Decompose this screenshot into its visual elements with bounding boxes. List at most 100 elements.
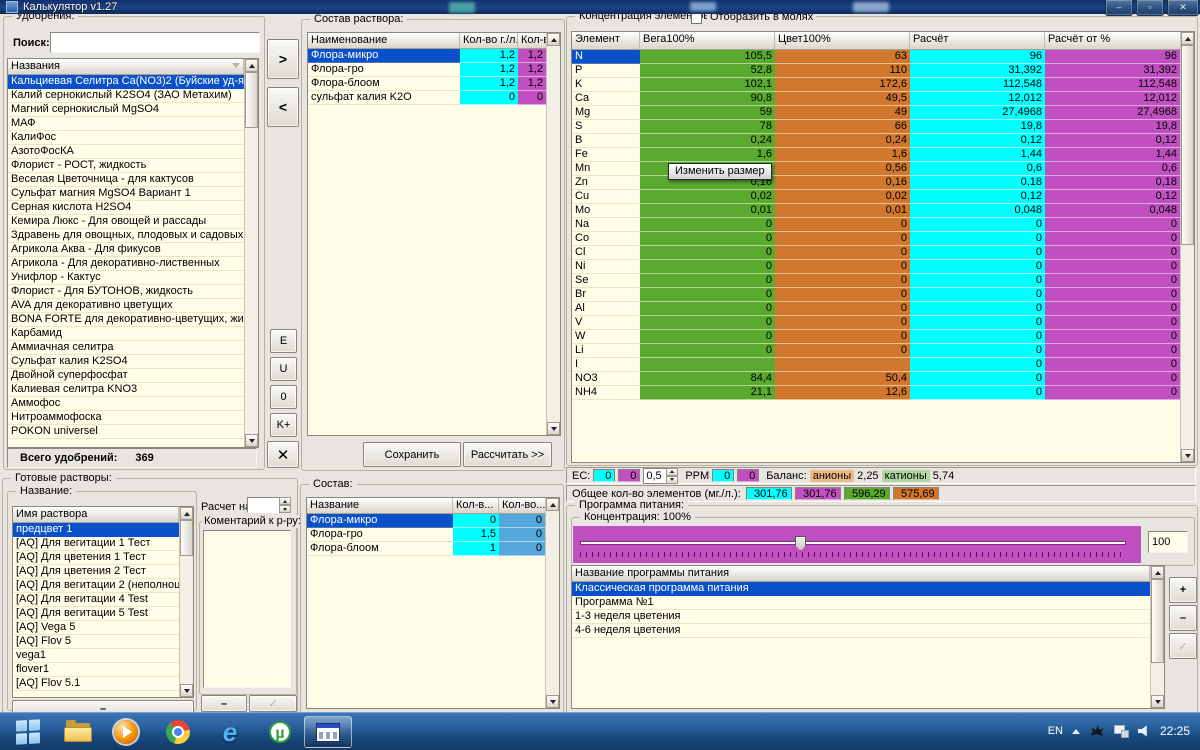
concentration-row[interactable]: V0000 <box>572 316 1180 330</box>
scroll-thumb[interactable] <box>1181 45 1194 245</box>
solution-col-name[interactable]: Наименование <box>308 33 460 49</box>
concentration-row[interactable]: Na0000 <box>572 218 1180 232</box>
ready-solution-item[interactable]: предцвет 1 <box>13 523 179 537</box>
fertilizer-item[interactable]: Калиевая селитра KNO3 <box>8 383 244 397</box>
taskbar-media-player-button[interactable] <box>104 716 148 748</box>
e-button[interactable]: E <box>270 329 297 353</box>
search-input[interactable] <box>50 32 260 53</box>
concentration-scrollbar[interactable] <box>1180 32 1194 462</box>
fertilizer-item[interactable]: Нитроаммофоска <box>8 411 244 425</box>
composition-row[interactable]: Флора-гро1,50 <box>307 528 545 542</box>
scroll-up-button[interactable] <box>1151 566 1164 579</box>
taskbar-utorrent-button[interactable] <box>258 716 302 748</box>
composition-col-q1[interactable]: Кол-в... <box>453 498 499 514</box>
ready-solution-item[interactable]: [AQ] Для вегитации 2 (неполноценный) <box>13 579 179 593</box>
solution-scrollbar[interactable] <box>546 33 560 435</box>
add-program-button[interactable]: + <box>1169 577 1197 603</box>
concentration-row[interactable]: Cl0000 <box>572 246 1180 260</box>
fertilizer-item[interactable]: Унифлор - Кактус <box>8 271 244 285</box>
slider-track[interactable] <box>580 541 1126 545</box>
antivirus-icon[interactable] <box>1089 724 1105 738</box>
concentration-row[interactable]: Ca90,849,512,01212,012 <box>572 92 1180 106</box>
ec-spinner[interactable]: 0,5 <box>643 468 678 484</box>
spinner-up-button[interactable] <box>666 468 678 476</box>
concentration-row[interactable]: K102,1172,6112,548112,548 <box>572 78 1180 92</box>
start-button[interactable] <box>6 716 50 748</box>
ready-solution-item[interactable]: [AQ] Flov 5.1 <box>13 677 179 691</box>
solution-row[interactable]: Флора-блоом1,21,2 <box>308 77 546 91</box>
scroll-up-button[interactable] <box>546 498 559 511</box>
composition-scrollbar[interactable] <box>545 498 559 708</box>
k-plus-button[interactable]: K+ <box>270 413 297 437</box>
taskbar-calculator-app-button[interactable] <box>304 716 352 748</box>
ready-solution-item[interactable]: [AQ] Для вегитации 4 Test <box>13 593 179 607</box>
conc-col-calc[interactable]: Расчёт <box>910 32 1045 50</box>
scroll-up-button[interactable] <box>245 59 258 72</box>
concentration-row[interactable]: W0000 <box>572 330 1180 344</box>
hidden-icons-arrow-icon[interactable] <box>1072 729 1080 734</box>
composition-row[interactable]: Флора-блоом10 <box>307 542 545 556</box>
concentration-row[interactable]: Zn0,160,160,180,18 <box>572 176 1180 190</box>
concentration-row[interactable]: Br0000 <box>572 288 1180 302</box>
ready-list-header[interactable]: Имя раствора <box>13 507 179 523</box>
solution-col-qty2[interactable]: Кол-в... <box>518 33 546 49</box>
fertilizer-item[interactable]: Кальциевая Селитра Ca(NO3)2 (Буйские уд-… <box>8 75 244 89</box>
add-to-solution-button[interactable]: > <box>267 39 299 79</box>
language-indicator[interactable]: EN <box>1048 725 1063 737</box>
program-item[interactable]: 1-3 неделя цветения <box>572 610 1150 624</box>
u-button[interactable]: U <box>270 357 297 381</box>
concentration-row[interactable]: Se0000 <box>572 274 1180 288</box>
composition-col-q2[interactable]: Кол-во... <box>499 498 545 514</box>
slider-thumb[interactable] <box>795 536 806 551</box>
ready-solution-item[interactable]: [AQ] Для вегитации 1 Тест <box>13 537 179 551</box>
moles-checkbox[interactable] <box>691 13 702 24</box>
remove-from-solution-button[interactable]: < <box>267 87 299 127</box>
fertilizer-item[interactable]: Агрикола - Для декоративно-лиственных <box>8 257 244 271</box>
conc-col-cvet[interactable]: Цвет100% <box>775 32 910 50</box>
concentration-row[interactable]: Co0000 <box>572 232 1180 246</box>
ready-scrollbar[interactable] <box>179 507 193 697</box>
fertilizer-item[interactable]: POKON universel <box>8 425 244 439</box>
fertilizer-scrollbar[interactable] <box>244 59 258 447</box>
conc-col-element[interactable]: Элемент <box>572 32 640 50</box>
concentration-row[interactable]: Ni0000 <box>572 260 1180 274</box>
delete-comment-button[interactable]: – <box>201 695 247 712</box>
apply-program-button[interactable]: ✓ <box>1169 633 1197 659</box>
maximize-button[interactable]: ▫ <box>1136 0 1164 16</box>
program-scrollbar[interactable] <box>1150 566 1164 708</box>
scroll-up-button[interactable] <box>547 33 560 46</box>
spinner-down-button[interactable] <box>666 476 678 484</box>
o-button[interactable]: 0 <box>270 385 297 409</box>
program-item[interactable]: Программа №1 <box>572 596 1150 610</box>
solution-row[interactable]: Флора-микро1,21,2 <box>308 49 546 63</box>
concentration-value-input[interactable]: 100 <box>1148 531 1188 553</box>
concentration-row[interactable]: P52,811031,39231,392 <box>572 64 1180 78</box>
scroll-up-button[interactable] <box>1181 32 1194 45</box>
ready-solution-item[interactable]: [AQ] Для цветения 2 Тест <box>13 565 179 579</box>
scroll-down-button[interactable] <box>547 422 560 435</box>
scroll-up-button[interactable] <box>180 507 193 520</box>
concentration-row[interactable]: Mo0,010,010,0480,048 <box>572 204 1180 218</box>
solution-row[interactable]: сульфат калия K2O00 <box>308 91 546 105</box>
taskbar-ie-button[interactable] <box>208 716 252 748</box>
calculate-button[interactable]: Рассчитать >> <box>463 442 552 467</box>
scroll-down-button[interactable] <box>245 434 258 447</box>
ready-solution-item[interactable]: vega1 <box>13 649 179 663</box>
spinner-down-button[interactable] <box>279 505 291 513</box>
fertilizer-item[interactable]: Веселая Цветочница - для кактусов <box>8 173 244 187</box>
scroll-track[interactable] <box>180 556 193 684</box>
concentration-row[interactable]: S786619,819,8 <box>572 120 1180 134</box>
conc-col-vega[interactable]: Вега100% <box>640 32 775 50</box>
scroll-thumb[interactable] <box>245 72 258 128</box>
fertilizer-item[interactable]: КалиФос <box>8 131 244 145</box>
fertilizer-item[interactable]: Серная кислота H2SO4 <box>8 201 244 215</box>
solution-col-qty[interactable]: Кол-во г./л. <box>460 33 518 49</box>
ready-solution-item[interactable]: [AQ] Vega 5 <box>13 621 179 635</box>
ready-solution-item[interactable]: [AQ] Для вегитации 5 Test <box>13 607 179 621</box>
scroll-thumb[interactable] <box>1151 579 1164 663</box>
program-item[interactable]: 4-6 неделя цветения <box>572 624 1150 638</box>
composition-row[interactable]: Флора-микро00 <box>307 514 545 528</box>
scroll-track[interactable] <box>245 128 258 434</box>
fertilizer-item[interactable]: BONA FORTE для декоративно-цветущих, жид… <box>8 313 244 327</box>
fertilizer-item[interactable]: Здравень для овощных, плодовых и садовых… <box>8 229 244 243</box>
